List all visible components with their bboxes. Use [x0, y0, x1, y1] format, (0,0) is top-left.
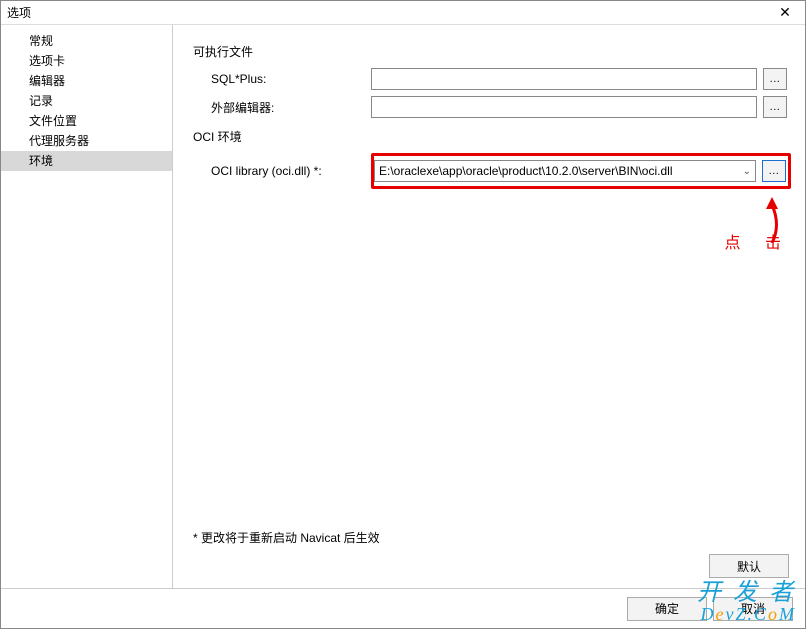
- sidebar-item-environment[interactable]: 环境: [1, 151, 172, 171]
- spacer: [193, 195, 787, 517]
- restart-note: * 更改将于重新启动 Navicat 后生效: [193, 529, 787, 546]
- sidebar-item-label: 记录: [29, 94, 53, 108]
- input-external-editor[interactable]: [371, 96, 757, 118]
- sidebar-item-editor[interactable]: 编辑器: [1, 71, 172, 91]
- cancel-button[interactable]: 取消: [713, 597, 793, 621]
- sidebar-item-general[interactable]: 常规: [1, 31, 172, 51]
- default-button[interactable]: 默认: [709, 554, 789, 578]
- window-title: 选项: [7, 4, 31, 21]
- highlight-annotation: E:\oraclexe\app\oracle\product\10.2.0\se…: [371, 153, 791, 189]
- default-button-row: 默认: [193, 554, 789, 578]
- content-pane: 可执行文件 SQL*Plus: ... 外部编辑器: ... OCI 环境 OC…: [173, 25, 805, 588]
- section-executables: 可执行文件: [193, 43, 787, 60]
- row-sqlplus: SQL*Plus: ...: [193, 68, 787, 90]
- label-external-editor: 外部编辑器:: [211, 99, 371, 116]
- browse-sqlplus-button[interactable]: ...: [763, 68, 787, 90]
- button-label: 默认: [737, 558, 761, 575]
- sidebar-item-label: 常规: [29, 34, 53, 48]
- browse-oci-button[interactable]: ...: [762, 160, 786, 182]
- sidebar-item-file-location[interactable]: 文件位置: [1, 111, 172, 131]
- ellipsis-icon: ...: [770, 73, 781, 85]
- close-button[interactable]: ✕: [765, 1, 805, 24]
- input-sqlplus[interactable]: [371, 68, 757, 90]
- ok-button[interactable]: 确定: [627, 597, 707, 621]
- sidebar-item-records[interactable]: 记录: [1, 91, 172, 111]
- ellipsis-icon: ...: [769, 165, 780, 177]
- button-label: 确定: [655, 600, 679, 617]
- sidebar-item-label: 文件位置: [29, 114, 77, 128]
- sidebar-item-label: 选项卡: [29, 54, 65, 68]
- button-label: 取消: [741, 600, 765, 617]
- titlebar: 选项 ✕: [1, 1, 805, 25]
- label-oci-library: OCI library (oci.dll) *:: [211, 164, 371, 178]
- label-sqlplus: SQL*Plus:: [211, 72, 371, 86]
- input-oci-library[interactable]: E:\oraclexe\app\oracle\product\10.2.0\se…: [374, 160, 756, 182]
- close-icon: ✕: [779, 4, 791, 21]
- dialog-footer: 确定 取消: [1, 588, 805, 628]
- window-body: 常规 选项卡 编辑器 记录 文件位置 代理服务器 环境 可执行文件 SQL*Pl…: [1, 25, 805, 588]
- sidebar: 常规 选项卡 编辑器 记录 文件位置 代理服务器 环境: [1, 25, 173, 588]
- sidebar-item-label: 编辑器: [29, 74, 65, 88]
- options-window: 选项 ✕ 常规 选项卡 编辑器 记录 文件位置 代理服务器 环境 可执行文件 S…: [0, 0, 806, 629]
- row-oci-library: OCI library (oci.dll) *: E:\oraclexe\app…: [193, 153, 787, 189]
- sidebar-item-proxy[interactable]: 代理服务器: [1, 131, 172, 151]
- ellipsis-icon: ...: [770, 101, 781, 113]
- chevron-down-icon: ⌄: [739, 166, 751, 177]
- row-external-editor: 外部编辑器: ...: [193, 96, 787, 118]
- sidebar-item-label: 环境: [29, 154, 53, 168]
- oci-library-value: E:\oraclexe\app\oracle\product\10.2.0\se…: [379, 164, 672, 178]
- sidebar-item-tabs[interactable]: 选项卡: [1, 51, 172, 71]
- browse-external-editor-button[interactable]: ...: [763, 96, 787, 118]
- sidebar-item-label: 代理服务器: [29, 134, 89, 148]
- section-oci: OCI 环境: [193, 128, 787, 145]
